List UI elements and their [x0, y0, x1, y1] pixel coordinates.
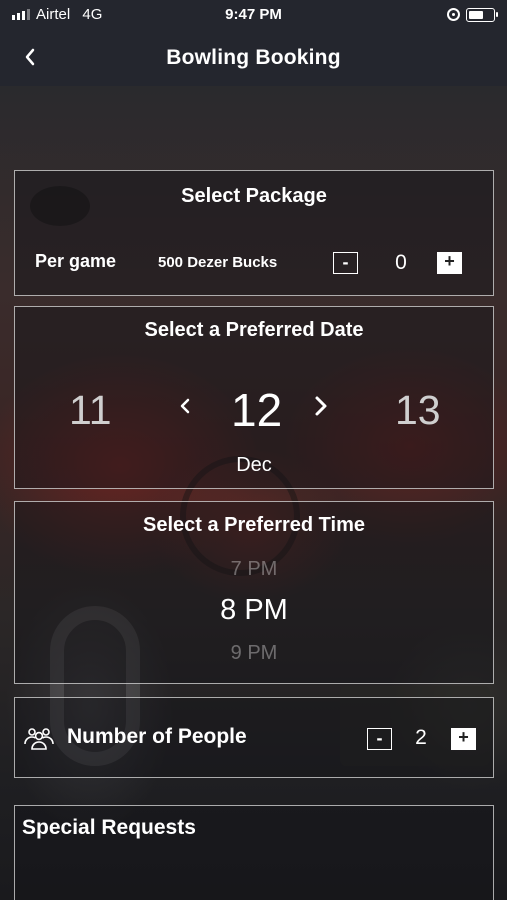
- battery-icon: [466, 8, 498, 22]
- chevron-left-icon: [180, 398, 190, 414]
- date-card: Select a Preferred Date 11 12 13 Dec: [14, 306, 494, 489]
- date-next-day[interactable]: 13: [395, 387, 441, 434]
- time-option-selected[interactable]: 8 PM: [15, 594, 493, 627]
- people-card: Number of People - 2 +: [14, 697, 494, 778]
- page-title: Bowling Booking: [166, 46, 341, 69]
- package-name: Per game: [35, 251, 117, 271]
- date-month: Dec: [236, 454, 272, 476]
- time-card: Select a Preferred Time 7 PM 8 PM 9 PM: [14, 501, 494, 684]
- special-requests-label: Special Requests: [22, 816, 196, 839]
- people-icon: [24, 728, 54, 750]
- package-quantity: 0: [395, 251, 407, 274]
- date-selected-day: 12: [231, 384, 283, 436]
- date-previous-day[interactable]: 11: [69, 387, 112, 434]
- time-option-next[interactable]: 9 PM: [15, 642, 493, 660]
- people-decrement-button[interactable]: -: [367, 728, 392, 750]
- package-increment-button[interactable]: +: [437, 252, 462, 274]
- chevron-right-icon: [315, 396, 327, 416]
- package-card-title: Select Package: [181, 185, 327, 207]
- people-label: Number of People: [67, 725, 247, 748]
- date-prev-arrow[interactable]: [179, 395, 191, 423]
- people-count: 2: [415, 726, 427, 749]
- status-bar: Airtel 4G 9:47 PM: [0, 0, 507, 30]
- rotation-lock-icon: [447, 8, 460, 21]
- date-card-title: Select a Preferred Date: [144, 319, 364, 341]
- date-next-arrow[interactable]: [314, 395, 328, 424]
- time-card-title: Select a Preferred Time: [143, 514, 365, 536]
- top-bar: Airtel 4G 9:47 PM Bowling Booking: [0, 0, 507, 86]
- status-time: 9:47 PM: [225, 6, 282, 23]
- time-option-previous[interactable]: 7 PM: [15, 560, 493, 581]
- time-picker[interactable]: 7 PM 8 PM 9 PM: [15, 560, 493, 660]
- people-increment-button[interactable]: +: [451, 728, 476, 750]
- package-price: 500 Dezer Bucks: [158, 254, 278, 271]
- special-requests-field[interactable]: Special Requests: [14, 805, 494, 900]
- package-card: Select Package Per game 500 Dezer Bucks …: [14, 170, 494, 296]
- package-decrement-button[interactable]: -: [333, 252, 358, 274]
